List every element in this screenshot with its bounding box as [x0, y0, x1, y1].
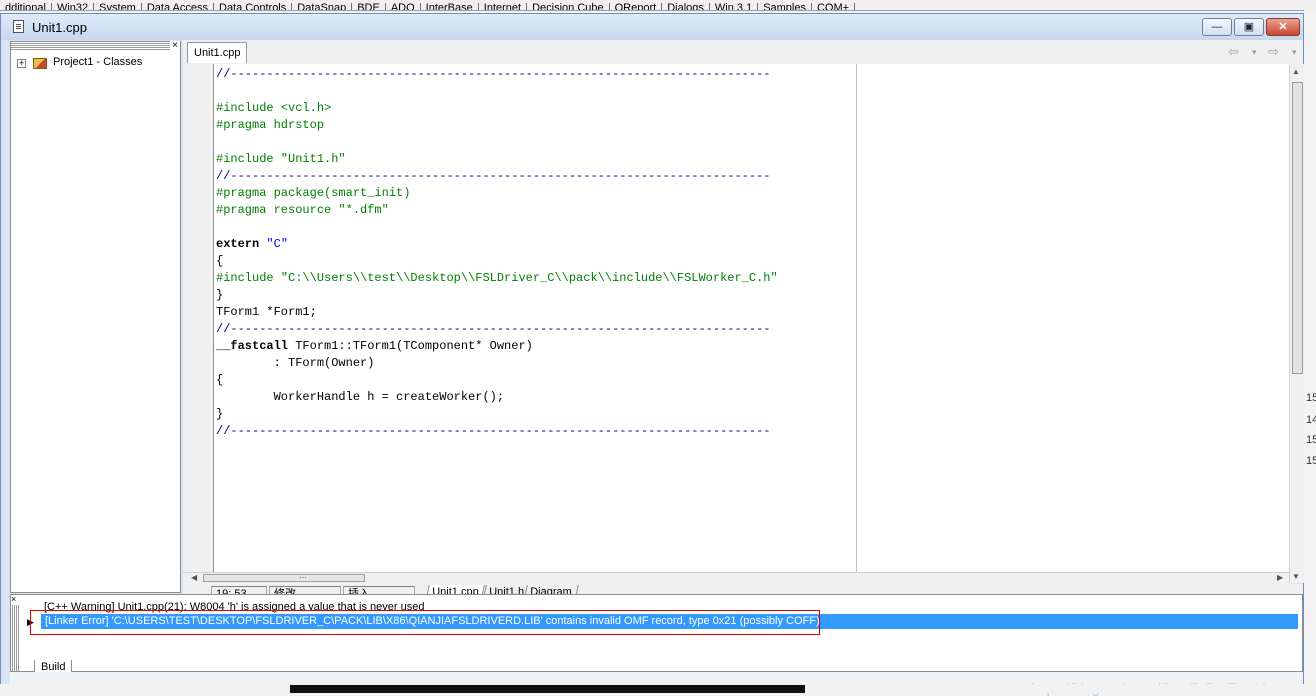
background-number: 15	[1306, 392, 1316, 404]
editor-tab-bar: Unit1.cpp ⇦ ▾ ⇨ ▾	[183, 40, 1303, 64]
palette-tab[interactable]: Data Controls	[214, 3, 293, 10]
palette-tab[interactable]: Data Access	[142, 3, 214, 10]
back-arrow-icon[interactable]: ⇦	[1228, 44, 1239, 60]
palette-tab[interactable]: Win32	[52, 3, 95, 10]
tree-expand-icon[interactable]: +	[17, 59, 26, 68]
maximize-button[interactable]: ▣	[1234, 18, 1264, 36]
class-explorer: × + Project1 - Classes	[10, 41, 181, 593]
document-icon	[13, 20, 24, 33]
title-bar[interactable]: Unit1.cpp — ▣ ✕	[1, 14, 1303, 40]
error-highlight-box	[30, 610, 820, 635]
palette-tab[interactable]: Internet	[479, 3, 528, 10]
scroll-right-icon[interactable]: ▶	[1277, 573, 1283, 582]
palette-tab[interactable]: System	[94, 3, 142, 10]
message-pane-grip[interactable]: ×	[11, 595, 20, 671]
scroll-left-icon[interactable]: ◀	[191, 573, 197, 582]
vertical-scroll-thumb[interactable]	[1292, 82, 1303, 374]
component-palette: dditional Win32 System Data Access Data Cont…	[0, 0, 1316, 11]
palette-tab[interactable]: BDE	[352, 3, 386, 10]
tab-unit1-cpp[interactable]: Unit1.cpp	[187, 42, 248, 63]
explorer-grip[interactable]	[11, 42, 180, 51]
project-icon	[33, 58, 47, 69]
editor-window: Unit1.cpp — ▣ ✕ × + Project1 - Classes U…	[0, 13, 1304, 696]
background-number: 15	[1306, 455, 1316, 467]
minimize-button[interactable]: —	[1202, 18, 1232, 36]
close-button[interactable]: ✕	[1266, 18, 1300, 36]
palette-tab[interactable]: QReport	[610, 3, 663, 10]
background-number: 15	[1306, 434, 1316, 446]
scroll-up-icon[interactable]: ▲	[1292, 67, 1300, 76]
right-margin-line	[856, 64, 857, 572]
palette-tab[interactable]: COM+	[812, 3, 856, 10]
palette-tab[interactable]: ADO	[386, 3, 421, 10]
forward-arrow-icon[interactable]: ⇨	[1268, 44, 1279, 60]
scroll-down-icon[interactable]: ▼	[1292, 572, 1300, 581]
back-dropdown-icon[interactable]: ▾	[1252, 47, 1257, 58]
palette-tab[interactable]: InterBase	[421, 3, 479, 10]
palette-tab[interactable]: Dialogs	[662, 3, 710, 10]
palette-tab[interactable]: Win 3.1	[710, 3, 759, 10]
background-number: 14	[1306, 414, 1316, 426]
editor-gutter[interactable]	[183, 64, 214, 572]
horizontal-scrollbar[interactable]: ◀ ⋯ ▶	[183, 572, 1289, 584]
tree-item-project1-classes[interactable]: Project1 - Classes	[53, 56, 142, 68]
scroll-grip-icon: ⋯	[299, 573, 307, 582]
palette-tab[interactable]: dditional	[0, 3, 52, 10]
message-pane: × ▶ [C++ Warning] Unit1.cpp(21): W8004 '…	[10, 594, 1303, 677]
window-title: Unit1.cpp	[32, 20, 87, 35]
palette-tab[interactable]: Samples	[758, 3, 812, 10]
message-close-icon[interactable]: ×	[11, 595, 20, 605]
code-editor[interactable]: //--------------------------------------…	[214, 64, 1289, 572]
desktop-dark-region	[290, 685, 805, 693]
explorer-close-icon[interactable]: ×	[170, 41, 180, 51]
source-code[interactable]: //--------------------------------------…	[216, 66, 778, 440]
palette-tab[interactable]: DataSnap	[292, 3, 353, 10]
palette-tab[interactable]: Decision Cube	[527, 3, 610, 10]
vertical-scrollbar[interactable]: ▲ ▼	[1289, 64, 1304, 583]
background-window-edge	[1304, 10, 1316, 693]
forward-dropdown-icon[interactable]: ▾	[1292, 47, 1297, 58]
horizontal-scroll-thumb[interactable]: ⋯	[203, 573, 365, 582]
